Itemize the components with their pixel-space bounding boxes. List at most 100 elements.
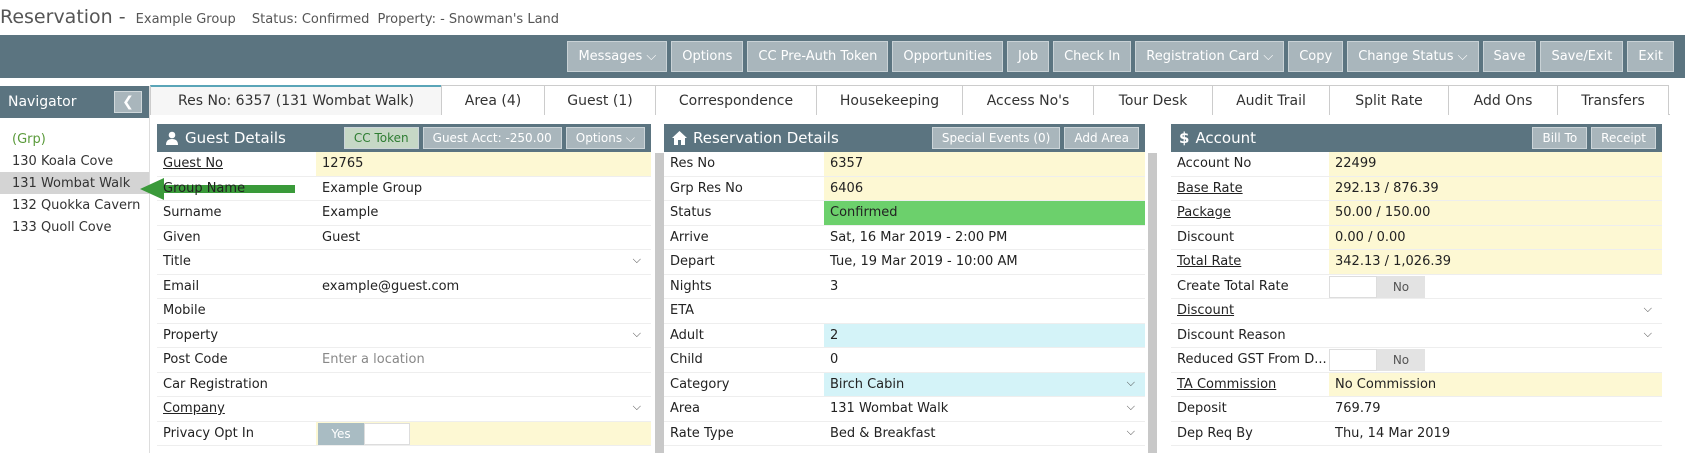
dollar-icon: $ xyxy=(1179,129,1190,147)
dep-req-by-field[interactable]: Thu, 14 Mar 2019 xyxy=(1329,422,1662,446)
car-registration-label: Car Registration xyxy=(163,376,268,392)
car-registration-field[interactable] xyxy=(316,373,651,397)
exit-button[interactable]: Exit xyxy=(1627,41,1674,72)
tab-split-rate[interactable]: Split Rate xyxy=(1329,85,1449,115)
chevron-down-icon: ⌵ xyxy=(1643,326,1652,340)
company-link[interactable]: Company xyxy=(157,397,316,421)
tab-access-nos[interactable]: Access No's xyxy=(962,85,1094,115)
depart-field[interactable]: Tue, 19 Mar 2019 - 10:00 AM xyxy=(824,250,1145,274)
guest-no-value: 12765 xyxy=(316,152,651,176)
discount-link[interactable]: Discount xyxy=(1171,299,1329,323)
tab-res-no[interactable]: Res No: 6357 (131 Wombat Walk) xyxy=(150,85,442,115)
reduced-gst-toggle[interactable]: No xyxy=(1329,349,1662,371)
page-title-bar: Reservation - Example Group Status: Conf… xyxy=(0,6,559,34)
base-rate-link[interactable]: Base Rate xyxy=(1171,177,1329,201)
surname-field[interactable]: Example xyxy=(316,201,651,225)
nights-field[interactable]: 3 xyxy=(824,275,1145,299)
save-button[interactable]: Save xyxy=(1482,41,1537,72)
copy-button[interactable]: Copy xyxy=(1288,41,1344,72)
add-area-button[interactable]: Add Area xyxy=(1064,127,1139,149)
arrive-field[interactable]: Sat, 16 Mar 2019 - 2:00 PM xyxy=(824,226,1145,250)
email-label: Email xyxy=(163,278,200,294)
nav-item-133-quoll-cove[interactable]: 133 Quoll Cove xyxy=(0,216,149,238)
total-rate-link[interactable]: Total Rate xyxy=(1171,250,1329,274)
base-rate-value: 292.13 / 876.39 xyxy=(1329,176,1662,200)
toggle-yes: Yes xyxy=(318,422,364,445)
discount-reason-select[interactable]: ⌵ xyxy=(1329,324,1662,348)
property-select[interactable]: ⌵ xyxy=(316,324,651,348)
tab-tour-desk[interactable]: Tour Desk xyxy=(1093,85,1213,115)
account-panel: $ Account Bill To Receipt Account No 2249… xyxy=(1171,124,1662,453)
save-exit-button[interactable]: Save/Exit xyxy=(1540,41,1624,72)
area-select[interactable]: 131 Wombat Walk ⌵ xyxy=(824,397,1145,421)
deposit-label: Deposit xyxy=(1177,401,1227,416)
child-field[interactable]: 0 xyxy=(824,348,1145,372)
chevron-down-icon: ⌵ xyxy=(632,253,641,266)
nav-item-132-quokka-cavern[interactable]: 132 Quokka Cavern xyxy=(0,194,149,216)
group-name-field[interactable]: Example Group xyxy=(316,177,651,201)
guest-options-button[interactable]: Options ⌵ xyxy=(565,127,645,149)
given-label: Given xyxy=(163,229,201,245)
toolbar: Messages ⌵ Options CC Pre-Auth Token Opp… xyxy=(0,35,1685,78)
eta-field[interactable] xyxy=(824,299,1145,323)
change-status-button[interactable]: Change Status ⌵ xyxy=(1347,41,1479,72)
guest-account-button[interactable]: Guest Acct: -250.00 xyxy=(422,127,562,149)
guest-no-link[interactable]: Guest No xyxy=(157,152,316,176)
tab-area[interactable]: Area (4) xyxy=(441,85,545,115)
child-label: Child xyxy=(670,352,703,367)
reservation-scrollbar[interactable] xyxy=(1148,153,1157,453)
privacy-opt-in-label: Privacy Opt In xyxy=(163,425,254,441)
special-events-button[interactable]: Special Events (0) xyxy=(931,127,1061,149)
mobile-field[interactable] xyxy=(316,299,651,323)
tab-transfers[interactable]: Transfers xyxy=(1557,85,1669,115)
tab-add-ons[interactable]: Add Ons xyxy=(1448,85,1558,115)
dep-req-by-label: Dep Req By xyxy=(1177,425,1253,441)
cc-pre-auth-token-button[interactable]: CC Pre-Auth Token xyxy=(747,41,889,72)
company-select[interactable]: ⌵ xyxy=(316,397,651,421)
opportunities-button[interactable]: Opportunities xyxy=(892,41,1004,72)
discount-select[interactable]: ⌵ xyxy=(1329,299,1662,323)
collapse-navigator-icon[interactable]: ❮ xyxy=(114,91,142,113)
ta-commission-link[interactable]: TA Commission xyxy=(1171,373,1329,397)
options-button[interactable]: Options xyxy=(671,41,744,72)
adult-field[interactable]: 2 xyxy=(824,323,1145,347)
res-no-label: Res No xyxy=(670,156,716,171)
tab-guest[interactable]: Guest (1) xyxy=(544,85,656,115)
job-button[interactable]: Job xyxy=(1007,41,1050,72)
registration-card-button[interactable]: Registration Card ⌵ xyxy=(1135,41,1285,72)
toggle-off xyxy=(364,422,410,445)
bill-to-button[interactable]: Bill To xyxy=(1532,127,1588,149)
given-field[interactable]: Guest xyxy=(316,226,651,250)
guest-details-title: Guest Details xyxy=(185,129,286,147)
discount-amount-value: 0.00 / 0.00 xyxy=(1329,225,1662,249)
account-title: Account xyxy=(1195,129,1257,147)
group-name-label: Group Name xyxy=(163,180,246,196)
guest-scrollbar[interactable] xyxy=(655,153,664,453)
title-select[interactable]: ⌵ xyxy=(316,250,651,274)
create-total-rate-toggle[interactable]: No xyxy=(1329,275,1662,298)
arrive-label: Arrive xyxy=(670,229,709,245)
cc-token-button[interactable]: CC Token xyxy=(343,127,419,149)
receipt-button[interactable]: Receipt xyxy=(1591,127,1656,149)
package-link[interactable]: Package xyxy=(1171,201,1329,225)
reservation-details-panel: Reservation Details Special Events (0) A… xyxy=(664,124,1145,453)
guest-details-header: Guest Details CC Token Guest Acct: -250.… xyxy=(157,124,651,152)
tab-housekeeping[interactable]: Housekeeping xyxy=(816,85,963,115)
grp-res-no-label: Grp Res No xyxy=(670,180,743,196)
category-select[interactable]: Birch Cabin ⌵ xyxy=(824,372,1145,396)
messages-button[interactable]: Messages ⌵ xyxy=(567,41,668,72)
account-header: $ Account Bill To Receipt xyxy=(1171,124,1662,152)
property-label: Property xyxy=(163,327,219,343)
rate-type-select[interactable]: Bed & Breakfast ⌵ xyxy=(824,422,1145,446)
nav-item-130-koala-cove[interactable]: 130 Koala Cove xyxy=(0,150,149,172)
deposit-field[interactable]: 769.79 xyxy=(1329,397,1662,421)
privacy-opt-in-toggle[interactable]: Yes xyxy=(318,422,651,445)
post-code-input[interactable]: Enter a location xyxy=(316,348,651,372)
email-field[interactable]: example@guest.com xyxy=(316,275,651,299)
nav-item-group[interactable]: (Grp) xyxy=(0,128,149,150)
tab-correspondence[interactable]: Correspondence xyxy=(655,85,817,115)
check-in-button[interactable]: Check In xyxy=(1053,41,1132,72)
tab-audit-trail[interactable]: Audit Trail xyxy=(1212,85,1330,115)
create-total-rate-label: Create Total Rate xyxy=(1177,278,1289,294)
nav-item-131-wombat-walk[interactable]: 131 Wombat Walk xyxy=(0,172,149,194)
